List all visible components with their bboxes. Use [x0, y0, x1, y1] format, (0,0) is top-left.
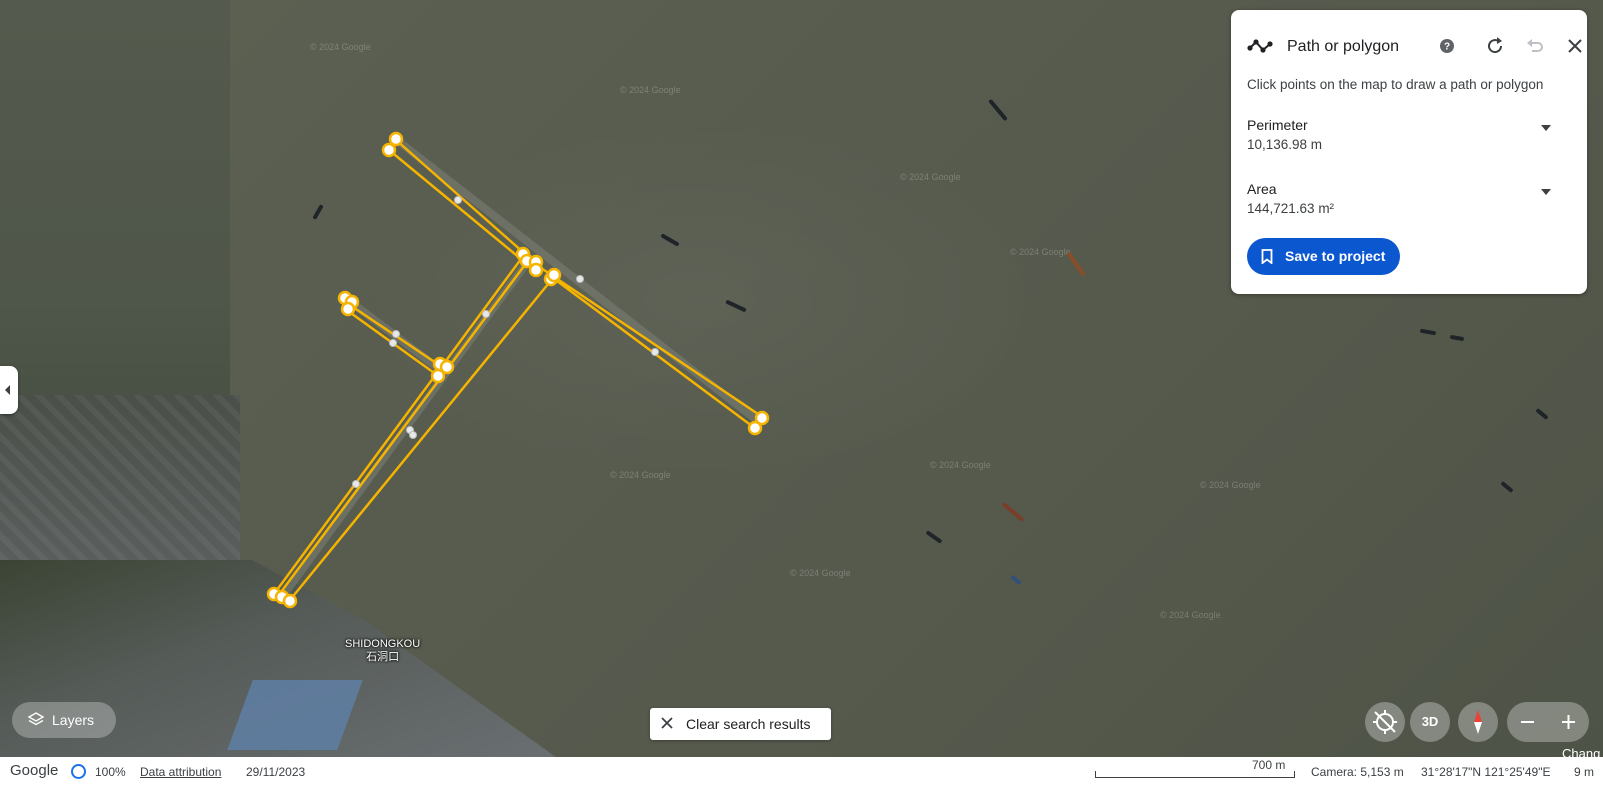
clear-search-results-button[interactable]: Clear search results: [650, 708, 831, 740]
svg-text:?: ?: [1444, 42, 1450, 53]
loading-ring-icon: [71, 764, 86, 779]
undo-button[interactable]: [1523, 34, 1547, 58]
path-icon: [1247, 39, 1273, 53]
layers-button[interactable]: Layers: [12, 702, 116, 738]
zoom-percent: 100%: [95, 765, 126, 779]
elevation: 9 m: [1574, 765, 1595, 779]
panel-description: Click points on the map to draw a path o…: [1247, 77, 1544, 92]
reset-button[interactable]: [1483, 34, 1507, 58]
close-icon: [661, 717, 673, 729]
place-label-latin: SHIDONGKOU: [345, 638, 421, 650]
toggle-3d-button[interactable]: 3D: [1410, 702, 1450, 742]
help-button[interactable]: ?: [1435, 34, 1459, 58]
clear-search-results-label: Clear search results: [686, 716, 811, 732]
minus-icon: [1521, 721, 1534, 723]
measure-panel: Path or polygon ? Click points on the ma…: [1231, 10, 1587, 294]
recenter-button[interactable]: [1365, 702, 1405, 742]
scale-label: 700 m: [1252, 758, 1286, 772]
imagery-date: 29/11/2023: [246, 765, 306, 779]
caret-down-icon[interactable]: [1541, 125, 1551, 131]
chevron-left-icon: [5, 385, 10, 395]
compass-icon: [1474, 710, 1482, 734]
zoom-out-button[interactable]: [1507, 702, 1548, 742]
perimeter-label: Perimeter: [1247, 117, 1308, 133]
zoom-controls: [1507, 702, 1589, 742]
zoom-in-button[interactable]: [1548, 702, 1589, 742]
layers-icon: [28, 712, 44, 726]
caret-down-icon[interactable]: [1541, 189, 1551, 195]
panel-header: Path or polygon ?: [1247, 32, 1582, 62]
area-value: 144,721.63 m²: [1247, 201, 1335, 216]
cursor-coordinates: 31°28'17"N 121°25'49"E: [1421, 765, 1551, 779]
camera-altitude: Camera: 5,153 m: [1311, 765, 1404, 779]
area-row[interactable]: Area 144,721.63 m²: [1247, 181, 1573, 221]
close-panel-button[interactable]: [1563, 34, 1587, 58]
collapse-sidebar-button[interactable]: [0, 366, 18, 414]
perimeter-row[interactable]: Perimeter 10,136.98 m: [1247, 117, 1573, 157]
location-off-icon: [1373, 710, 1397, 734]
perimeter-value: 10,136.98 m: [1247, 137, 1323, 152]
map-edge-label: Chang: [1562, 748, 1603, 757]
save-to-project-button[interactable]: Save to project: [1247, 238, 1400, 275]
google-logo: Google: [10, 762, 59, 779]
compass-button[interactable]: [1458, 702, 1498, 742]
save-to-project-label: Save to project: [1285, 248, 1386, 264]
toggle-3d-label: 3D: [1421, 714, 1439, 729]
measure-path[interactable]: [272, 138, 766, 601]
map-edge-label-text: Chang: [1562, 748, 1601, 757]
panel-title: Path or polygon: [1287, 38, 1400, 55]
help-icon: ?: [1440, 39, 1454, 53]
data-attribution-link[interactable]: Data attribution: [140, 765, 221, 779]
refresh-icon: [1488, 37, 1503, 54]
bookmark-icon: [1261, 249, 1273, 264]
undo-icon: [1527, 39, 1543, 52]
place-label-chinese: 石洞口: [366, 651, 400, 663]
status-bar: Google 100% Data attribution 29/11/2023 …: [0, 757, 1603, 785]
area-label: Area: [1247, 181, 1277, 197]
layers-label: Layers: [52, 712, 95, 728]
scale-bar: [1095, 771, 1295, 778]
close-icon: [1568, 39, 1582, 53]
plus-icon: [1562, 715, 1575, 729]
place-label: SHIDONGKOU 石洞口: [345, 638, 420, 664]
